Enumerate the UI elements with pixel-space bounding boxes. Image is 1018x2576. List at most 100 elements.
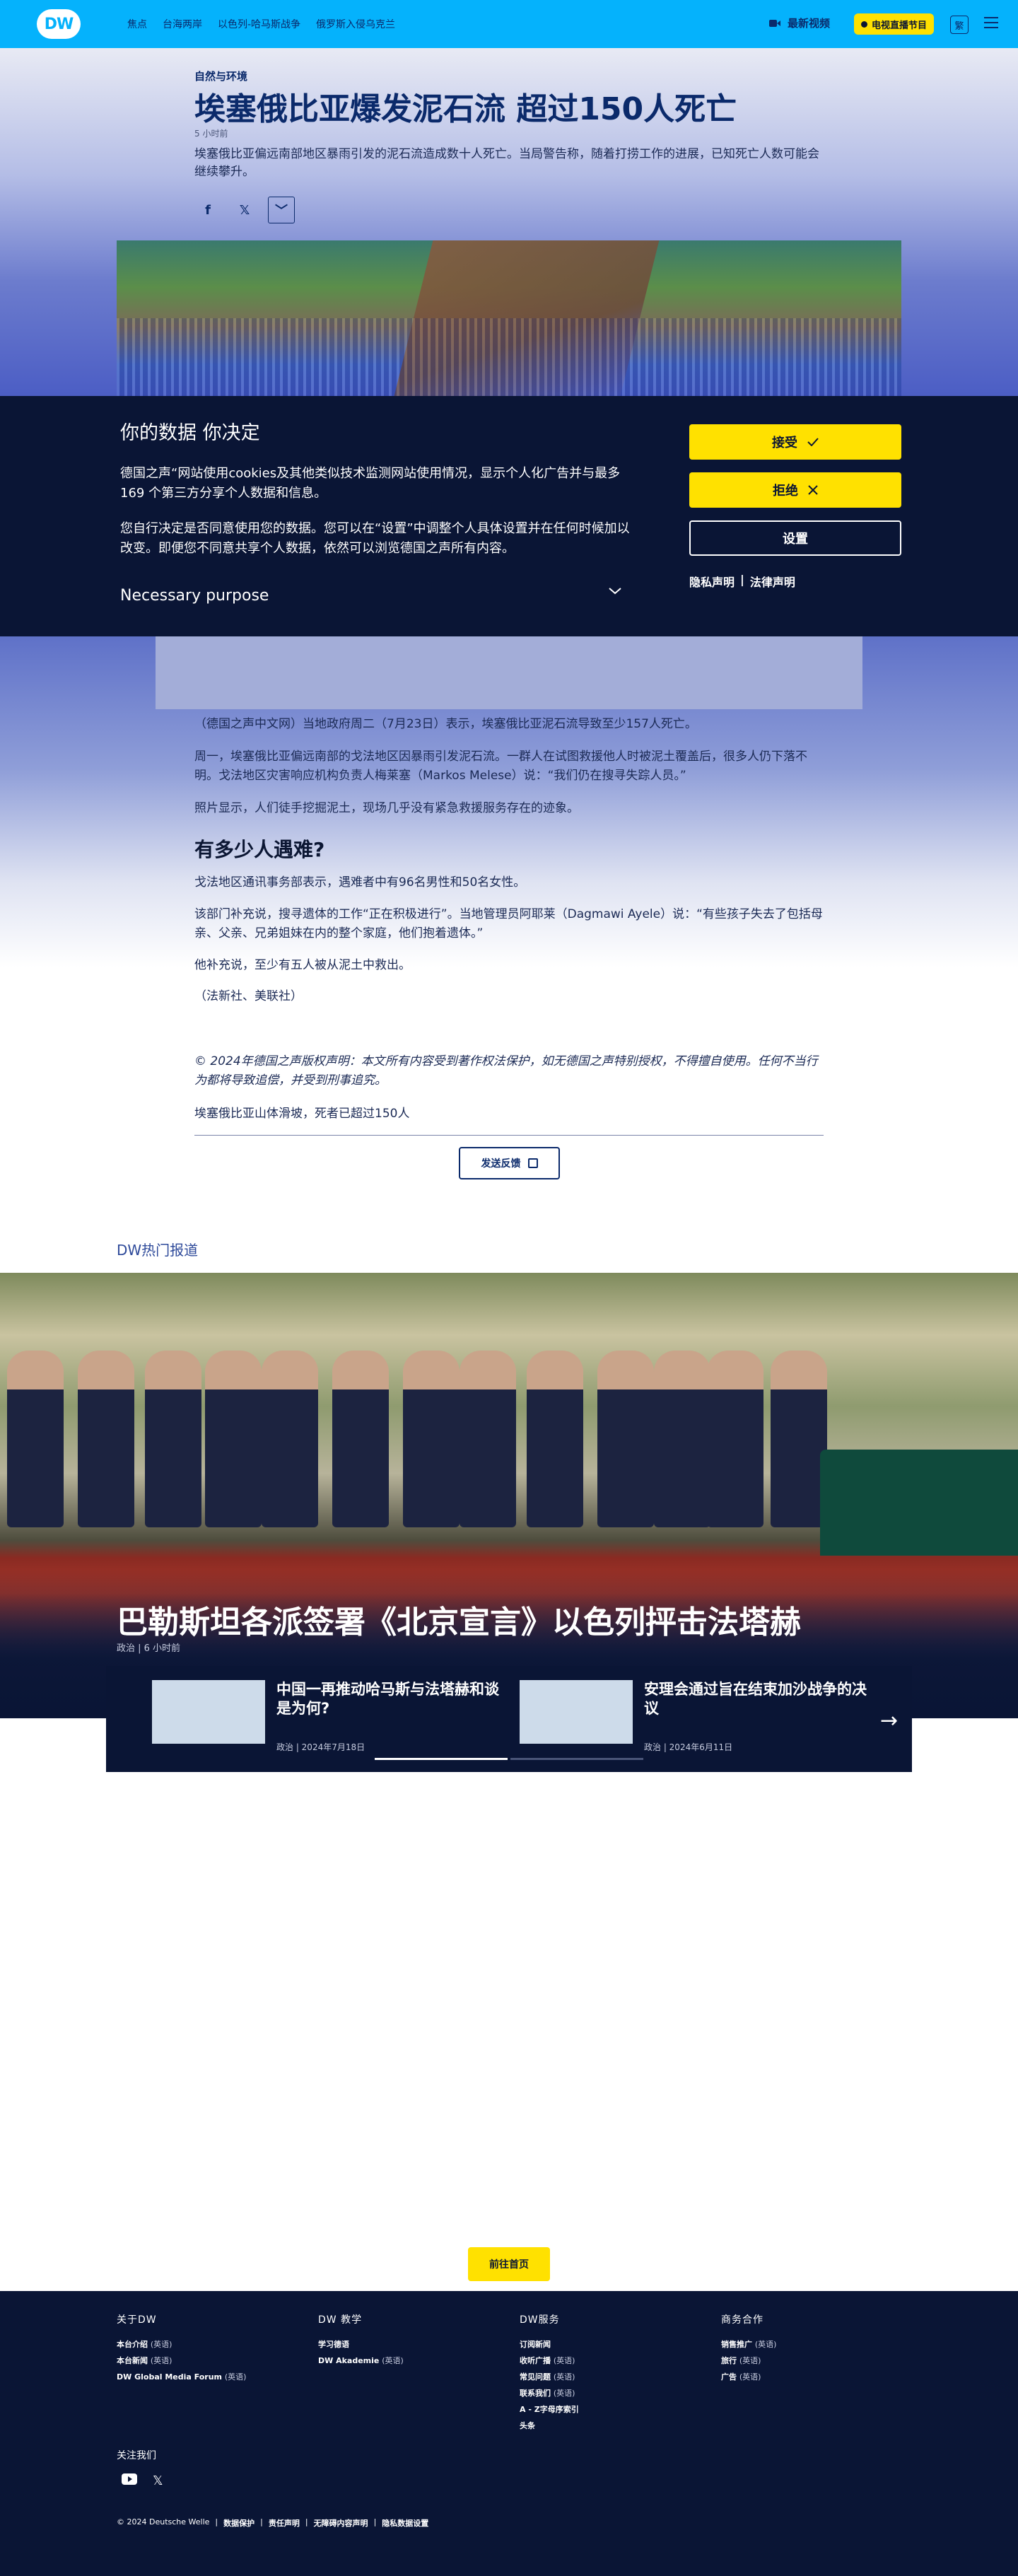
nav-item-israel-hamas[interactable]: 以色列-哈马斯战争 <box>218 17 300 31</box>
footer-link[interactable]: 本台新闻 (英语) <box>117 2353 308 2369</box>
body-paragraph: 该部门补充说，搜寻遗体的工作“正在积极进行”。当地管理员阿耶莱（Dagmawi … <box>194 907 823 940</box>
nav-item-cross-strait[interactable]: 台海两岸 <box>163 17 202 31</box>
hero-photo <box>117 240 901 396</box>
accept-button[interactable]: 接受 <box>689 424 901 460</box>
footer-column-about: 关于DW 本台介绍 (英语) 本台新闻 (英语) DW Global Media… <box>117 2312 308 2385</box>
story-meta: 政治 | 2024年6月11日 <box>644 1742 733 1752</box>
footer-link[interactable]: 销售推广 (英语) <box>721 2336 912 2353</box>
footer-link[interactable]: DW Global Media Forum (英语) <box>117 2369 308 2385</box>
external-window-icon <box>527 1158 538 1168</box>
send-feedback-button[interactable]: 发送反馈 <box>459 1147 560 1179</box>
hamburger-menu-icon[interactable] <box>984 17 998 30</box>
cookie-consent-banner: 你的数据 你决定 德国之声“网站使用cookies及其他类似技术监测网站使用情况… <box>0 396 1018 636</box>
article-headline: 埃塞俄比亚爆发泥石流 超过150人死亡 <box>194 91 737 127</box>
footer-link[interactable]: 本台介绍 (英语) <box>117 2336 308 2353</box>
latest-video-label: 最新视频 <box>788 17 831 30</box>
footer-column-learning: DW 教学 学习德语 DW Akademie (英语) <box>318 2312 509 2369</box>
top-stories-label: DW热门报道 <box>117 1242 199 1259</box>
footer-link[interactable]: DW Akademie (英语) <box>318 2353 509 2369</box>
more-share-icon[interactable]: ﹀ <box>268 197 295 223</box>
footer-link[interactable]: 联系我们 (英语) <box>520 2385 710 2401</box>
top-story-meta: 政治 | 6 小时前 <box>117 1643 181 1654</box>
footer-link[interactable]: A - Z字母序索引 <box>520 2401 710 2418</box>
footer-column-services: DW服务 订阅新闻 收听广播 (英语) 常见问题 (英语) 联系我们 (英语) … <box>520 2312 710 2434</box>
chevron-down-icon <box>609 588 621 595</box>
footer-link[interactable]: 订阅新闻 <box>520 2336 710 2353</box>
follow-us-label: 关注我们 <box>117 2450 156 2461</box>
close-icon <box>808 485 818 495</box>
site-footer: 关于DW 本台介绍 (英语) 本台新闻 (英语) DW Global Media… <box>0 2291 1018 2576</box>
live-dot-icon <box>861 21 867 28</box>
hero-photo-lower <box>156 635 862 709</box>
consent-text: 德国之声“网站使用cookies及其他类似技术监测网站使用情况，显示个人化广告并… <box>120 466 621 501</box>
consent-text: 您自行决定是否同意使用您的数据。您可以在“设置”中调整个人具体设置并在任何时候加… <box>120 521 630 556</box>
go-home-button[interactable]: 前往首页 <box>468 2247 550 2281</box>
footer-link-disclaimer[interactable]: 责任声明 <box>269 2517 300 2529</box>
article-kicker[interactable]: 自然与环境 <box>194 69 247 83</box>
top-story-headline[interactable]: 巴勒斯坦各派签署《北京宣言》以色列抨击法塔赫 <box>117 1597 801 1642</box>
nav-item-ukraine[interactable]: 俄罗斯入侵乌克兰 <box>316 17 395 31</box>
footer-link[interactable]: 学习德语 <box>318 2336 509 2353</box>
social-links: 𝕏 <box>122 2473 163 2488</box>
footer-link-data-protection[interactable]: 数据保护 <box>223 2517 255 2529</box>
language-switch-button[interactable]: 繁 <box>950 16 969 34</box>
copyright-notice: © 2024年德国之声版权声明：本文所有内容受到著作权法保护，如无德国之声特别授… <box>194 1054 818 1088</box>
story-thumbnail <box>520 1680 633 1744</box>
legal-link[interactable]: 法律声明 <box>750 573 795 590</box>
reject-label: 拒绝 <box>773 484 798 499</box>
settings-button[interactable]: 设置 <box>689 520 901 556</box>
youtube-icon[interactable] <box>122 2473 137 2485</box>
story-card[interactable]: 中国一再推动哈马斯与法塔赫和谈是为何? 政治 | 2024年7月18日 <box>152 1680 505 1758</box>
article-timestamp: 5 小时前 <box>194 129 228 139</box>
footer-link[interactable]: 头条 <box>520 2418 710 2434</box>
footer-copyright: © 2024 Deutsche Welle <box>117 2517 210 2527</box>
carousel-progress <box>510 1758 643 1760</box>
x-icon[interactable]: 𝕏 <box>153 2473 163 2488</box>
live-tv-label: 电视直播节目 <box>872 20 928 31</box>
share-bar: f 𝕏 ﹀ <box>194 197 295 223</box>
story-title: 安理会通过旨在结束加沙战争的决议 <box>644 1681 867 1717</box>
consent-links: 隐私声明 | 法律声明 <box>689 573 795 590</box>
reject-button[interactable]: 拒绝 <box>689 472 901 508</box>
facebook-share-icon[interactable]: f <box>194 197 221 223</box>
footer-link[interactable]: 广告 (英语) <box>721 2369 912 2385</box>
article-teaser: 埃塞俄比亚偏远南部地区暴雨引发的泥石流造成数十人死亡。当局警告称，随着打捞工作的… <box>194 147 819 179</box>
nav-item-focus[interactable]: 焦点 <box>127 17 147 31</box>
footer-heading: DW 教学 <box>318 2314 363 2326</box>
body-paragraph: （德国之声中文网）当地政府周二（7月23日）表示，埃塞俄比亚泥石流导致至少157… <box>194 717 697 731</box>
footer-heading: 关于DW <box>117 2314 157 2326</box>
footer-link-privacy-settings[interactable]: 隐私数据设置 <box>382 2517 428 2529</box>
carousel-progress-active <box>375 1758 508 1760</box>
story-title: 中国一再推动哈马斯与法塔赫和谈是为何? <box>276 1681 499 1717</box>
x-share-icon[interactable]: 𝕏 <box>231 197 258 223</box>
accept-label: 接受 <box>772 436 797 450</box>
body-paragraph: 戈法地区通讯事务部表示，遇难者中有96名男性和50名女性。 <box>194 875 526 890</box>
article-subheading: 有多少人遇难? <box>194 838 325 861</box>
related-stories-carousel: 中国一再推动哈马斯与法塔赫和谈是为何? 政治 | 2024年7月18日 安理会通… <box>106 1666 912 1772</box>
arrow-right-icon[interactable]: → <box>880 1708 898 1733</box>
story-thumbnail <box>152 1680 265 1744</box>
related-article-link[interactable]: 埃塞俄比亚山体滑坡，死者已超过150人 <box>194 1103 409 1121</box>
latest-video-link[interactable]: 最新视频 <box>769 16 830 30</box>
footer-link[interactable]: 常见问题 (英语) <box>520 2369 710 2385</box>
consent-title: 你的数据 你决定 <box>120 422 260 444</box>
footer-link[interactable]: 旅行 (英语) <box>721 2353 912 2369</box>
story-card[interactable]: 安理会通过旨在结束加沙战争的决议 政治 | 2024年6月11日 <box>520 1680 873 1758</box>
dw-logo[interactable]: DW <box>37 9 81 39</box>
body-paragraph: 周一，埃塞俄比亚偏远南部的戈法地区因暴雨引发泥石流。一群人在试图救援他人时被泥土… <box>194 750 807 783</box>
body-paragraph: 照片显示，人们徒手挖掘泥土，现场几乎没有紧急救援服务存在的迹象。 <box>194 801 579 815</box>
footer-bottom-links: © 2024 Deutsche Welle | 数据保护 | 责任声明 | 无障… <box>117 2517 429 2529</box>
main-nav: 焦点 台海两岸 以色列-哈马斯战争 俄罗斯入侵乌克兰 <box>127 17 395 31</box>
footer-link-accessibility[interactable]: 无障碍内容声明 <box>314 2517 368 2529</box>
footer-heading: 商务合作 <box>721 2314 764 2326</box>
footer-link[interactable]: 收听广播 (英语) <box>520 2353 710 2369</box>
live-tv-button[interactable]: 电视直播节目 <box>854 13 935 35</box>
footer-heading: DW服务 <box>520 2314 560 2326</box>
story-meta: 政治 | 2024年7月18日 <box>276 1742 365 1752</box>
check-icon <box>807 438 819 446</box>
divider <box>194 1135 824 1136</box>
feedback-label: 发送反馈 <box>481 1158 521 1170</box>
site-header: DW 焦点 台海两岸 以色列-哈马斯战争 俄罗斯入侵乌克兰 最新视频 电视直播节… <box>0 0 1018 48</box>
necessary-purpose-toggle[interactable]: Necessary purpose <box>120 587 622 605</box>
privacy-link[interactable]: 隐私声明 <box>689 573 735 590</box>
